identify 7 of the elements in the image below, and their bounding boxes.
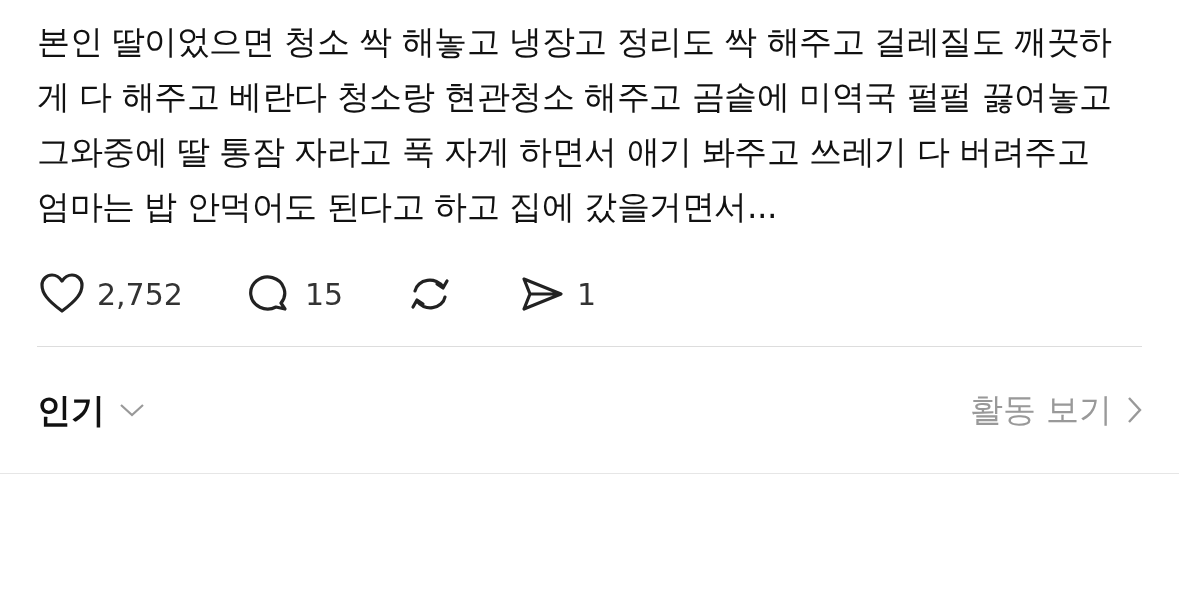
chevron-down-icon <box>119 402 145 418</box>
post-text: 본인 딸이었으면 청소 싹 해놓고 냉장고 정리도 싹 해주고 걸레질도 깨끗하게 다 해주고 베란다 청소랑 현관청소 해주고 곰솥에 미역국 펄펄 끓여놓고 그와중에 딸 통잠 자라고 푹 자게 하면서 애기 봐주고 쓰레기 다 버려주고 엄마는 밥 안먹어도 된다고 하고 집에 갔을거면서... <box>37 21 1113 228</box>
chevron-right-icon <box>1126 396 1142 424</box>
share-button[interactable]: 1 <box>517 269 597 319</box>
sort-dropdown[interactable]: 인기 <box>37 384 145 436</box>
comment-button[interactable]: 15 <box>244 269 344 319</box>
like-button[interactable]: 2,752 <box>37 269 183 319</box>
